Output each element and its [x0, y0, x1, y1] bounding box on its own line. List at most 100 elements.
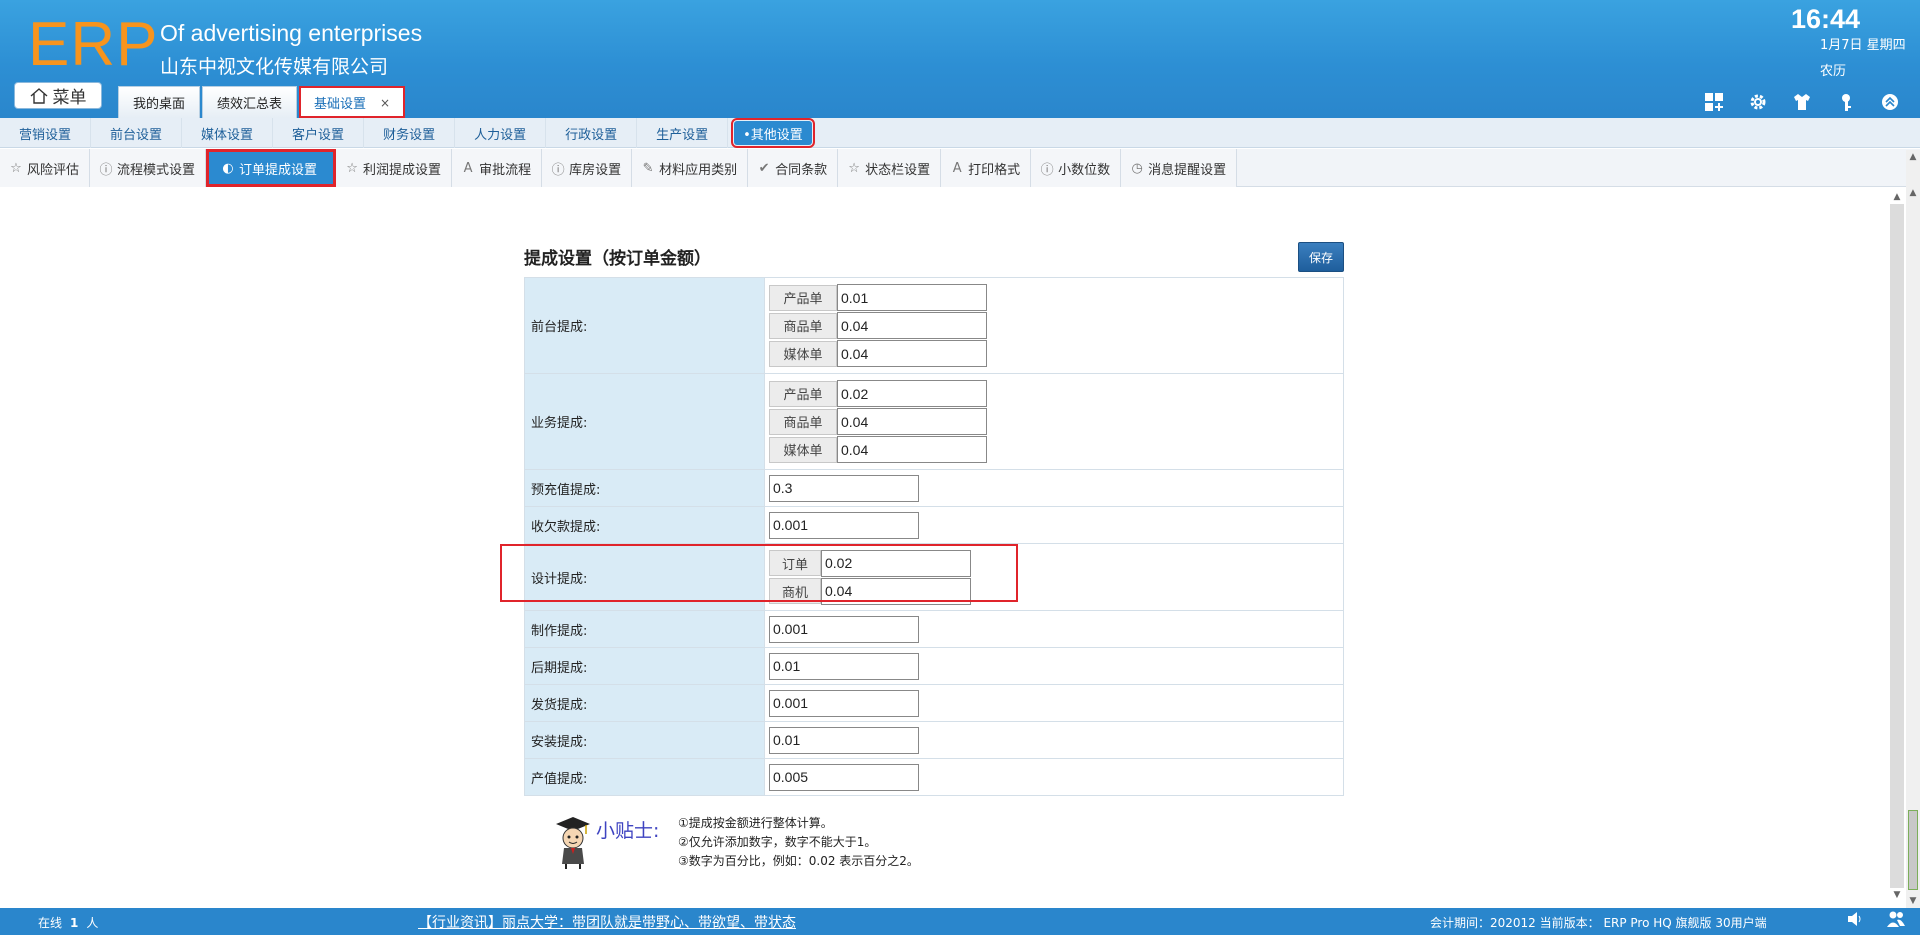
check-icon: ✔ [758, 160, 770, 176]
content-scrollbar[interactable]: ▲ ▼ [1890, 190, 1904, 902]
nav-label: 前台设置 [110, 127, 163, 143]
subnav-approval[interactable]: A 审批流程 [452, 149, 543, 187]
scroll-up-icon[interactable]: ▲ [1906, 152, 1920, 162]
apps-icon[interactable] [1700, 88, 1728, 116]
company-name: 山东中视文化传媒有限公司 [160, 56, 389, 78]
subnav-warehouse[interactable]: ⓘ 库房设置 [542, 149, 633, 187]
subnav-risk[interactable]: ☆ 风险评估 [0, 149, 91, 187]
subnav-profit-commission[interactable]: ☆ 利润提成设置 [336, 149, 453, 187]
nav-label: 媒体设置 [201, 127, 254, 143]
subnav-label: 利润提成设置 [363, 162, 442, 178]
business-media-input[interactable] [837, 436, 987, 463]
speaker-icon[interactable] [1846, 910, 1864, 932]
sub-tag: 产品单 [769, 284, 837, 311]
subnav-label: 库房设置 [569, 162, 622, 178]
front-goods-input[interactable] [837, 312, 987, 339]
half-circle-icon: ◐ [222, 160, 234, 176]
nav-finance[interactable]: 财务设置 [364, 118, 456, 148]
install-input[interactable] [769, 726, 919, 754]
tab-basic-settings[interactable]: 基础设置 × [299, 86, 406, 118]
window-scrollbar[interactable]: ▲ ▲ ▼ [1906, 150, 1920, 908]
nav-marketing[interactable]: 营销设置 [0, 118, 92, 148]
settings-sub-nav: ☆ 风险评估 ⓘ 流程模式设置 ◐ 订单提成设置 ☆ 利润提成设置 A 审批流程 ⓘ 库房设… [0, 149, 1920, 187]
output-input[interactable] [769, 763, 919, 791]
row-label: 产值提成: [524, 758, 765, 796]
clock-date: 1月7日 星期四 [1820, 38, 1906, 53]
nav-label: 营销设置 [19, 127, 72, 143]
subnav-label: 合同条款 [775, 162, 828, 178]
front-product-input[interactable] [837, 284, 987, 311]
business-product-input[interactable] [837, 380, 987, 407]
commission-panel: 提成设置（按订单金额） 保存 前台提成: 产品单 商品单 媒体单 业务提成: 产… [524, 240, 1344, 796]
status-icons [1846, 910, 1906, 932]
scroll-track[interactable] [1890, 204, 1904, 888]
sub-tag: 媒体单 [769, 436, 837, 463]
scroll-down-icon[interactable]: ▼ [1890, 888, 1904, 902]
row-label: 制作提成: [524, 610, 765, 648]
status-bar: 在线 1 人 【行业资讯】丽点大学：带团队就是带野心、带欲望、带状态 会计期间：20… [0, 908, 1920, 935]
scholar-mascot-icon [556, 817, 590, 869]
nav-label: •其他设置 [731, 118, 815, 148]
nav-admin[interactable]: 行政设置 [546, 118, 638, 148]
subnav-print[interactable]: A 打印格式 [941, 149, 1032, 187]
logo-erp: ERP [28, 10, 159, 79]
scroll-up-icon[interactable]: ▲ [1906, 188, 1920, 198]
ship-input[interactable] [769, 689, 919, 717]
app-header: ERP Of advertising enterprises 山东中视文化传媒有… [0, 0, 1920, 118]
tip-line: ①提成按金额进行整体计算。 [678, 816, 833, 830]
commission-form: 前台提成: 产品单 商品单 媒体单 业务提成: 产品单 商品单 媒体单 预充值提… [524, 277, 1344, 796]
nav-production[interactable]: 生产设置 [637, 118, 729, 148]
news-ticker-link[interactable]: 【行业资讯】丽点大学：带团队就是带野心、带欲望、带状态 [418, 912, 796, 932]
nav-media[interactable]: 媒体设置 [182, 118, 274, 148]
tab-desktop[interactable]: 我的桌面 [118, 86, 201, 118]
row-label: 发货提成: [524, 684, 765, 722]
close-icon[interactable]: × [380, 96, 390, 110]
nav-label: 生产设置 [656, 127, 709, 143]
scroll-down-icon[interactable]: ▼ [1906, 896, 1920, 906]
online-unit: 人 [86, 916, 99, 930]
row-business: 业务提成: 产品单 商品单 媒体单 [524, 373, 1344, 470]
scroll-thumb[interactable] [1908, 810, 1918, 890]
tab-performance[interactable]: 绩效汇总表 [202, 86, 298, 118]
business-goods-input[interactable] [837, 408, 987, 435]
subnav-material[interactable]: ✎ 材料应用类别 [632, 149, 749, 187]
produce-input[interactable] [769, 615, 919, 643]
subnav-process-mode[interactable]: ⓘ 流程模式设置 [90, 149, 207, 187]
later-input[interactable] [769, 652, 919, 680]
scroll-up-icon[interactable]: ▲ [1890, 190, 1904, 204]
arrears-input[interactable] [769, 511, 919, 539]
subnav-message[interactable]: ◷ 消息提醒设置 [1121, 149, 1238, 187]
menu-button[interactable]: 菜单 [14, 82, 102, 109]
settings-category-nav: 营销设置 前台设置 媒体设置 客户设置 财务设置 人力设置 行政设置 生产设置 … [0, 118, 1920, 148]
shirt-icon[interactable] [1788, 88, 1816, 116]
key-icon[interactable] [1832, 88, 1860, 116]
save-button[interactable]: 保存 [1298, 242, 1344, 272]
collapse-icon[interactable] [1876, 88, 1904, 116]
clock-time: 16:44 [1790, 4, 1860, 34]
gear-icon[interactable] [1744, 88, 1772, 116]
nav-hr[interactable]: 人力设置 [455, 118, 547, 148]
prepaid-input[interactable] [769, 474, 919, 502]
subnav-label: 订单提成设置 [239, 162, 318, 178]
subnav-order-commission[interactable]: ◐ 订单提成设置 [206, 149, 337, 187]
nav-customer[interactable]: 客户设置 [273, 118, 365, 148]
row-prepaid: 预充值提成: [524, 469, 1344, 507]
nav-front[interactable]: 前台设置 [91, 118, 183, 148]
subnav-decimals[interactable]: ⓘ 小数位数 [1031, 149, 1122, 187]
row-install: 安装提成: [524, 721, 1344, 759]
subnav-contract[interactable]: ✔ 合同条款 [748, 149, 839, 187]
tips-lines: ①提成按金额进行整体计算。 ②仅允许添加数字，数字不能大于1。 ③数字为百分比，… [678, 814, 919, 871]
subnav-label: 小数位数 [1058, 162, 1111, 178]
front-media-input[interactable] [837, 340, 987, 367]
online-count: 1 [70, 916, 79, 930]
star-icon: ☆ [10, 160, 22, 176]
row-produce: 制作提成: [524, 610, 1344, 648]
row-front: 前台提成: 产品单 商品单 媒体单 [524, 277, 1344, 374]
subnav-statusbar[interactable]: ☆ 状态栏设置 [838, 149, 942, 187]
users-icon[interactable] [1886, 910, 1906, 932]
nav-other[interactable]: •其他设置 [731, 118, 815, 148]
header-toolbar [1700, 88, 1904, 116]
menu-label: 菜单 [52, 88, 87, 108]
nav-label: 财务设置 [383, 127, 436, 143]
row-label: 预充值提成: [524, 469, 765, 507]
